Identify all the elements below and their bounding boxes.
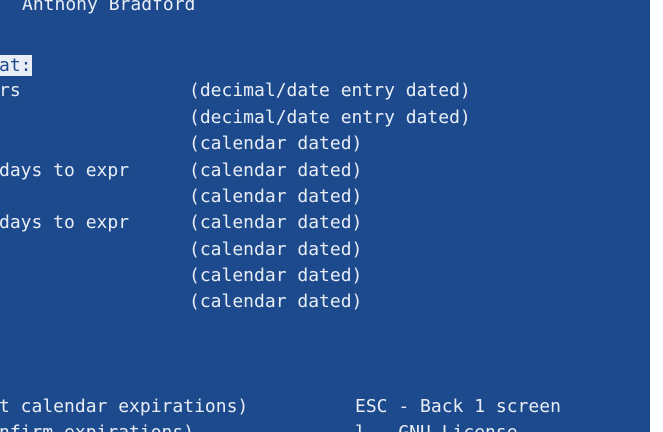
footer-left-1: t calendar expirations) — [0, 396, 249, 417]
menu-option-8-desc: (calendar dated) — [189, 265, 363, 286]
screen: Anthony Bradford at: rs days to expr day… — [0, 0, 663, 432]
menu-option-5-desc: (calendar dated) — [189, 186, 363, 207]
menu-option-9-desc: (calendar dated) — [189, 291, 363, 312]
footer-right-2: l - GNU License — [355, 423, 518, 432]
footer-right-1: ESC - Back 1 screen — [355, 396, 561, 417]
menu-option-3-desc: (calendar dated) — [189, 133, 363, 154]
menu-option-6-left: days to expr — [0, 212, 130, 233]
menu-option-1-desc: (decimal/date entry dated) — [189, 80, 471, 101]
menu-option-1-left: rs — [0, 80, 21, 101]
prompt-highlight: at: — [0, 55, 32, 76]
menu-option-6-desc: (calendar dated) — [189, 212, 363, 233]
menu-option-4-desc: (calendar dated) — [189, 160, 363, 181]
footer-left-2: nfirm expirations) — [0, 423, 194, 432]
terminal-window[interactable]: Anthony Bradford at: rs days to expr day… — [0, 0, 650, 432]
menu-option-4-left: days to expr — [0, 160, 130, 181]
menu-option-2-desc: (decimal/date entry dated) — [189, 107, 471, 128]
menu-option-7-desc: (calendar dated) — [189, 239, 363, 260]
header-name: Anthony Bradford — [22, 0, 196, 15]
prompt-label: at: — [0, 55, 32, 76]
